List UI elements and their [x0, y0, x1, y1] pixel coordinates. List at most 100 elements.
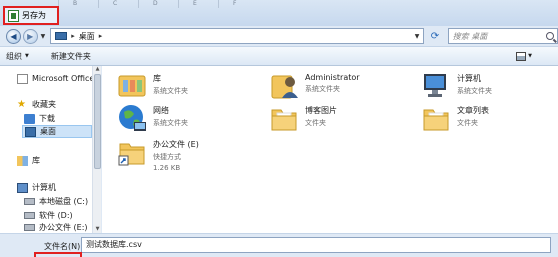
annotation-highlight — [34, 252, 82, 257]
search-icon[interactable] — [545, 32, 554, 40]
toolbar: 组织 ▼ 新建文件夹 ▼ — [0, 46, 558, 66]
address-chevron-icon[interactable]: ▸ — [99, 32, 103, 40]
navigation-pane: Microsoft Office ★ 收藏夹 下载 桌面 库 计算机 本地磁盘 … — [0, 66, 101, 233]
sidebar-item-label: 桌面 — [40, 127, 56, 136]
view-options-button[interactable]: ▼ — [516, 51, 532, 61]
sidebar-item-desktop[interactable]: 桌面 — [22, 125, 92, 138]
filename-bar: 文件名(N): 测试数据库.csv — [0, 233, 558, 257]
filename-input[interactable]: 测试数据库.csv — [81, 237, 551, 253]
scrollbar-thumb[interactable] — [94, 74, 101, 169]
sidebar-item-drive-d[interactable]: 软件 (D:) — [24, 209, 73, 222]
sidebar-scrollbar[interactable]: ▲ ▼ — [92, 66, 101, 233]
item-name: 库 — [153, 74, 161, 83]
sidebar-item-label: 计算机 — [32, 183, 56, 192]
sidebar-item-office[interactable]: Microsoft Office — [17, 72, 94, 85]
scroll-down-icon[interactable]: ▼ — [94, 226, 101, 233]
sidebar-item-drive-c[interactable]: 本地磁盘 (C:) — [24, 195, 88, 208]
sidebar-item-label: 下载 — [39, 114, 55, 123]
address-path[interactable]: 桌面 — [79, 31, 95, 42]
item-type: 系统文件夹 — [305, 85, 340, 93]
list-item-network[interactable]: 网络 系统文件夹 — [116, 102, 188, 134]
background-spreadsheet-columns: B C D E F — [58, 0, 558, 8]
item-type: 文件夹 — [457, 119, 478, 127]
bg-col: F — [218, 0, 258, 8]
scroll-up-icon[interactable]: ▲ — [94, 66, 101, 73]
drive-icon — [24, 198, 35, 205]
sidebar-item-label: 库 — [32, 156, 40, 165]
downloads-folder-icon — [24, 113, 35, 124]
item-type: 系统文件夹 — [457, 87, 492, 95]
back-arrow-icon: ◀ — [10, 31, 17, 41]
refresh-button[interactable]: ⟳ — [426, 31, 444, 42]
item-type: 系统文件夹 — [153, 119, 188, 127]
drive-icon — [24, 224, 35, 231]
address-bar[interactable]: ▸ 桌面 ▸ ▼ — [50, 28, 425, 44]
sidebar-item-label: 本地磁盘 (C:) — [39, 197, 89, 206]
drive-icon — [24, 212, 35, 219]
list-item-library[interactable]: 库 系统文件夹 — [116, 70, 188, 102]
filename-label: 文件名(N): — [44, 242, 83, 251]
item-type: 系统文件夹 — [153, 87, 188, 95]
favorites-star-icon: ★ — [17, 98, 26, 110]
bg-col: B — [58, 0, 98, 8]
bg-col: E — [178, 0, 218, 8]
history-dropdown-icon[interactable]: ▼ — [41, 33, 46, 40]
item-type: 文件夹 — [305, 119, 326, 127]
forward-button[interactable]: ▶ — [22, 28, 38, 44]
sidebar-item-label: 办公文件 (E:) — [39, 223, 88, 232]
shortcut-icon — [116, 136, 148, 168]
folder-icon — [420, 102, 452, 134]
network-globe-icon — [116, 102, 148, 134]
address-row: ◀ ▶ ▼ ▸ 桌面 ▸ ▼ ⟳ 搜索 桌面 — [0, 26, 558, 46]
item-name: 计算机 — [457, 74, 481, 83]
search-input[interactable]: 搜索 桌面 — [447, 28, 558, 44]
list-item-blog-images[interactable]: 博客图片 文件夹 — [268, 102, 337, 134]
sidebar-item-computer[interactable]: 计算机 — [17, 181, 56, 194]
forward-arrow-icon: ▶ — [27, 31, 34, 41]
search-placeholder: 搜索 桌面 — [452, 31, 488, 41]
back-button[interactable]: ◀ — [6, 28, 21, 44]
address-separator: ▸ — [71, 32, 75, 40]
sidebar-item-downloads[interactable]: 下载 — [24, 112, 55, 125]
dialog-title-text: 另存为 — [22, 11, 46, 20]
sidebar-item-label: Microsoft Office — [32, 74, 95, 83]
sidebar-item-label: 收藏夹 — [32, 100, 56, 109]
folder-icon — [268, 102, 300, 134]
item-name: 博客图片 — [305, 106, 337, 115]
dialog-title: 另存为 — [3, 6, 59, 25]
user-icon — [268, 70, 300, 102]
item-name: Administrator — [305, 73, 360, 82]
library-icon — [116, 70, 148, 102]
excel-icon — [8, 9, 19, 22]
chevron-down-icon: ▼ — [528, 53, 532, 59]
organize-button[interactable]: 组织 ▼ — [0, 51, 35, 62]
desktop-icon — [55, 32, 68, 40]
sidebar-item-label: 软件 (D:) — [39, 211, 73, 220]
library-icon — [17, 155, 28, 166]
computer-icon — [17, 182, 28, 193]
item-name: 网络 — [153, 106, 169, 115]
office-icon — [17, 73, 28, 84]
list-item-administrator[interactable]: Administrator 系统文件夹 — [268, 70, 360, 102]
list-item-article-list[interactable]: 文章列表 文件夹 — [420, 102, 489, 134]
bg-col: D — [138, 0, 178, 8]
organize-label: 组织 — [6, 51, 22, 61]
item-name: 文章列表 — [457, 106, 489, 115]
new-folder-button[interactable]: 新建文件夹 — [45, 51, 97, 62]
address-dropdown-icon[interactable]: ▼ — [411, 33, 423, 40]
sidebar-item-favorites[interactable]: ★ 收藏夹 — [17, 98, 56, 111]
content-scroll-area — [539, 66, 558, 233]
list-item-office-shortcut[interactable]: 办公文件 (E) 快捷方式 1.26 KB — [116, 136, 199, 172]
item-type: 快捷方式 — [153, 153, 181, 161]
chevron-down-icon: ▼ — [25, 53, 29, 59]
list-item-computer[interactable]: 计算机 系统文件夹 — [420, 70, 492, 102]
file-list: 库 系统文件夹 Administrator 系统文件夹 计算机 系统文件夹 网络… — [102, 66, 539, 233]
bg-col: C — [98, 0, 138, 8]
sidebar-item-drive-e[interactable]: 办公文件 (E:) — [24, 222, 88, 233]
item-name: 办公文件 (E) — [153, 140, 199, 149]
view-icon — [516, 51, 527, 61]
sidebar-item-library[interactable]: 库 — [17, 154, 40, 167]
title-bar: B C D E F 另存为 — [0, 0, 558, 26]
new-folder-label: 新建文件夹 — [50, 51, 91, 61]
desktop-icon — [25, 126, 36, 137]
